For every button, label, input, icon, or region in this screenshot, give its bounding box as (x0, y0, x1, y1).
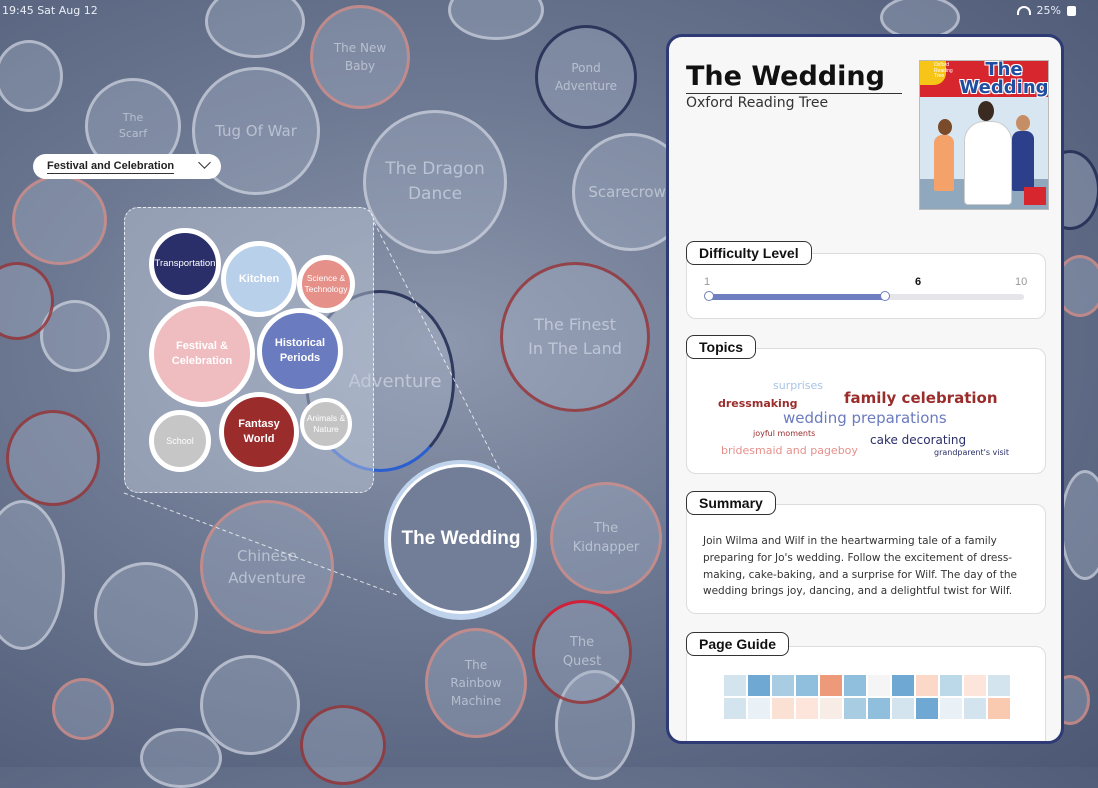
topics-word-cloud: surprises family celebration dressmaking… (686, 348, 1046, 474)
page-guide-cell[interactable] (940, 698, 962, 719)
summary-label: Summary (686, 491, 776, 515)
book-title: The Wedding (686, 61, 885, 92)
topic-word: joyful moments (753, 429, 816, 438)
category-filter-dropdown[interactable]: Festival and Celebration (33, 154, 221, 179)
selected-book-bubble[interactable]: The Wedding (388, 464, 534, 614)
page-guide-cell[interactable] (916, 698, 938, 719)
category-fantasy-world[interactable]: Fantasy World (219, 392, 299, 472)
page-guide-cell[interactable] (844, 698, 866, 719)
page-guide-card (686, 646, 1046, 741)
page-guide-cell[interactable] (892, 698, 914, 719)
page-guide-cell[interactable] (964, 698, 986, 719)
difficulty-slider-fill (707, 294, 885, 300)
category-zoom-panel: Transportation Kitchen Science & Technol… (124, 207, 374, 493)
topic-word: family celebration (844, 389, 998, 407)
category-kitchen[interactable]: Kitchen (221, 241, 297, 317)
topic-word: bridesmaid and pageboy (721, 444, 858, 457)
difficulty-slider-track[interactable] (704, 291, 1024, 301)
category-science-technology[interactable]: Science & Technology (297, 255, 355, 313)
page-guide-cell[interactable] (916, 675, 938, 696)
category-animals-nature[interactable]: Animals & Nature (300, 398, 352, 450)
book-detail-panel: The Wedding Oxford Reading Tree Oxford R… (666, 34, 1064, 744)
dropdown-label: Festival and Celebration (47, 159, 175, 174)
topic-word: grandparent's visit (934, 448, 1010, 457)
page-guide-cell[interactable] (772, 675, 794, 696)
page-guide-cell[interactable] (796, 698, 818, 719)
chevron-down-icon (198, 156, 211, 169)
topic-word: cake decorating (870, 433, 967, 447)
page-guide-label: Page Guide (686, 632, 790, 656)
book-cover-image: Oxford Reading Tree The Wedding (919, 60, 1049, 210)
difficulty-value-handle[interactable] (879, 291, 890, 301)
page-guide-heatmap (724, 675, 1010, 719)
page-guide-cell[interactable] (772, 698, 794, 719)
difficulty-label: Difficulty Level (686, 241, 812, 265)
category-historical-periods[interactable]: Historical Periods (257, 308, 343, 394)
difficulty-min: 1 (704, 276, 711, 288)
difficulty-value: 6 (915, 276, 922, 288)
page-guide-cell[interactable] (748, 698, 770, 719)
topic-word: surprises (773, 379, 824, 392)
page-guide-cell[interactable] (868, 698, 890, 719)
page-guide-cell[interactable] (820, 675, 842, 696)
topics-label: Topics (686, 335, 757, 359)
summary-card: Join Wilma and Wilf in the heartwarming … (686, 504, 1046, 614)
page-guide-cell[interactable] (724, 698, 746, 719)
page-guide-cell[interactable] (796, 675, 818, 696)
page-guide-cell[interactable] (868, 675, 890, 696)
page-guide-cell[interactable] (820, 698, 842, 719)
topic-word: wedding preparations (783, 409, 947, 427)
page-guide-cell[interactable] (988, 698, 1010, 719)
book-series: Oxford Reading Tree (686, 93, 902, 111)
page-guide-cell[interactable] (724, 675, 746, 696)
page-guide-cell[interactable] (964, 675, 986, 696)
category-festival-celebration[interactable]: Festival & Celebration (149, 301, 255, 407)
difficulty-min-handle[interactable] (704, 291, 714, 301)
summary-text: Join Wilma and Wilf in the heartwarming … (703, 535, 1017, 598)
page-guide-cell[interactable] (988, 675, 1010, 696)
cover-title: The Wedding (959, 60, 1049, 98)
category-school[interactable]: School (149, 410, 211, 472)
page-guide-cell[interactable] (844, 675, 866, 696)
difficulty-max: 10 (1015, 276, 1028, 288)
page-guide-cell[interactable] (748, 675, 770, 696)
category-transportation[interactable]: Transportation (149, 228, 221, 300)
page-guide-cell[interactable] (892, 675, 914, 696)
page-guide-cell[interactable] (940, 675, 962, 696)
